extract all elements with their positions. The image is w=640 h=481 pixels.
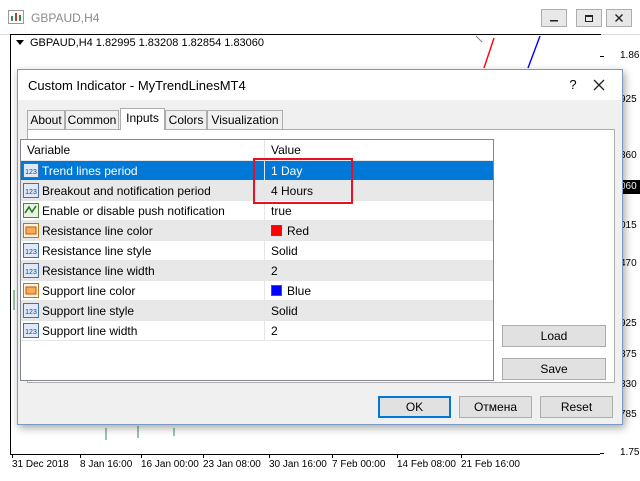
color-param-icon (23, 283, 39, 298)
param-row[interactable]: Resistance line color Red (21, 221, 493, 241)
column-header-value[interactable]: Value (271, 143, 301, 157)
tab-inputs[interactable]: Inputs (120, 108, 165, 130)
numeric-param-icon: 123 (23, 163, 39, 178)
param-row[interactable]: 123 Support line style Solid (21, 301, 493, 321)
param-variable-name: Resistance line width (42, 264, 155, 278)
current-price-label: 060 (620, 180, 640, 194)
param-value-text: Blue (287, 284, 312, 298)
param-row[interactable]: Support line color Blue (21, 281, 493, 301)
time-axis-tick (332, 454, 333, 458)
dialog-titlebar[interactable]: Custom Indicator - MyTrendLinesMT4 ? (18, 70, 622, 100)
price-axis-tick (600, 56, 604, 57)
color-swatch (271, 285, 282, 296)
param-value-cell[interactable]: Blue (264, 281, 493, 300)
color-param-icon (23, 223, 39, 238)
param-variable-cell[interactable]: 123 Support line width (21, 321, 264, 340)
param-variable-cell[interactable]: Enable or disable push notification (21, 201, 264, 220)
time-axis-tick (397, 454, 398, 458)
numeric-param-icon: 123 (23, 183, 39, 198)
svg-text:123: 123 (25, 309, 37, 316)
price-axis-tick (600, 453, 604, 454)
boolean-param-icon (23, 203, 39, 218)
param-variable-name: Breakout and notification period (42, 184, 211, 198)
color-swatch (271, 225, 282, 236)
tab-visualization[interactable]: Visualization (207, 110, 283, 129)
param-variable-name: Support line width (42, 324, 138, 338)
annotation-highlight-box (253, 158, 353, 204)
param-value-text: Solid (271, 304, 298, 318)
param-variable-name: Resistance line style (42, 244, 152, 258)
help-button[interactable]: ? (566, 77, 580, 92)
param-variable-name: Trend lines period (42, 164, 138, 178)
param-variable-name: Support line color (42, 284, 136, 298)
param-value-text: 2 (271, 324, 278, 338)
param-variable-name: Enable or disable push notification (42, 204, 225, 218)
cancel-button[interactable]: Отмена (459, 396, 532, 418)
param-value-text: Red (287, 224, 310, 238)
time-axis-label: 23 Jan 08:00 (203, 459, 261, 470)
column-separator (264, 140, 265, 160)
svg-text:123: 123 (25, 269, 37, 276)
numeric-param-icon: 123 (23, 263, 39, 278)
numeric-param-icon: 123 (23, 323, 39, 338)
tab-about[interactable]: About (27, 110, 65, 129)
param-value-cell[interactable]: 2 (264, 261, 493, 280)
time-axis-tick (141, 454, 142, 458)
param-value-text: true (271, 204, 292, 218)
param-variable-name: Support line style (42, 304, 135, 318)
time-axis-tick (12, 454, 13, 458)
param-value-cell[interactable]: Solid (264, 241, 493, 260)
param-row[interactable]: 123 Support line width 2 (21, 321, 493, 341)
time-axis-label: 30 Jan 16:00 (269, 459, 327, 470)
svg-text:123: 123 (25, 329, 37, 336)
time-axis-tick (461, 454, 462, 458)
time-axis-label: 31 Dec 2018 (12, 459, 69, 470)
numeric-param-icon: 123 (23, 303, 39, 318)
time-axis-label: 7 Feb 00:00 (332, 459, 386, 470)
dialog-close-icon[interactable] (592, 78, 606, 92)
svg-text:123: 123 (25, 249, 37, 256)
column-header-variable[interactable]: Variable (27, 143, 70, 157)
param-variable-cell[interactable]: 123 Breakout and notification period (21, 181, 264, 200)
dialog-title: Custom Indicator - MyTrendLinesMT4 (28, 78, 246, 93)
param-row[interactable]: 123 Resistance line width 2 (21, 261, 493, 281)
param-variable-cell[interactable]: Support line color (21, 281, 264, 300)
param-variable-name: Resistance line color (42, 224, 153, 238)
time-axis-tick (80, 454, 81, 458)
param-row[interactable]: Enable or disable push notification true (21, 201, 493, 221)
numeric-param-icon: 123 (23, 243, 39, 258)
svg-text:123: 123 (25, 169, 37, 176)
ok-button[interactable]: OK (378, 396, 451, 418)
time-axis-tick (203, 454, 204, 458)
param-value-text: Solid (271, 244, 298, 258)
svg-text:123: 123 (25, 189, 37, 196)
param-value-text: 2 (271, 264, 278, 278)
param-row[interactable]: 123 Resistance line style Solid (21, 241, 493, 261)
price-axis-label: 1.86670 (620, 50, 640, 61)
time-axis-tick (269, 454, 270, 458)
time-axis-label: 16 Jan 00:00 (141, 459, 199, 470)
param-variable-cell[interactable]: 123 Resistance line width (21, 261, 264, 280)
time-axis-label: 8 Jan 16:00 (80, 459, 133, 470)
param-value-cell[interactable]: 2 (264, 321, 493, 340)
tab-common[interactable]: Common (65, 110, 119, 129)
load-button[interactable]: Load (502, 325, 606, 347)
price-axis-label: 1.75925 (620, 447, 640, 458)
param-variable-cell[interactable]: 123 Support line style (21, 301, 264, 320)
param-value-cell[interactable]: Red (264, 221, 493, 240)
time-axis-label: 21 Feb 16:00 (461, 459, 520, 470)
param-variable-cell[interactable]: 123 Resistance line style (21, 241, 264, 260)
param-value-cell[interactable]: Solid (264, 301, 493, 320)
param-variable-cell[interactable]: 123 Trend lines period (21, 161, 264, 180)
save-button[interactable]: Save (502, 358, 606, 380)
reset-button[interactable]: Reset (540, 396, 613, 418)
param-variable-cell[interactable]: Resistance line color (21, 221, 264, 240)
time-axis-label: 14 Feb 08:00 (397, 459, 456, 470)
tab-colors[interactable]: Colors (165, 110, 207, 129)
